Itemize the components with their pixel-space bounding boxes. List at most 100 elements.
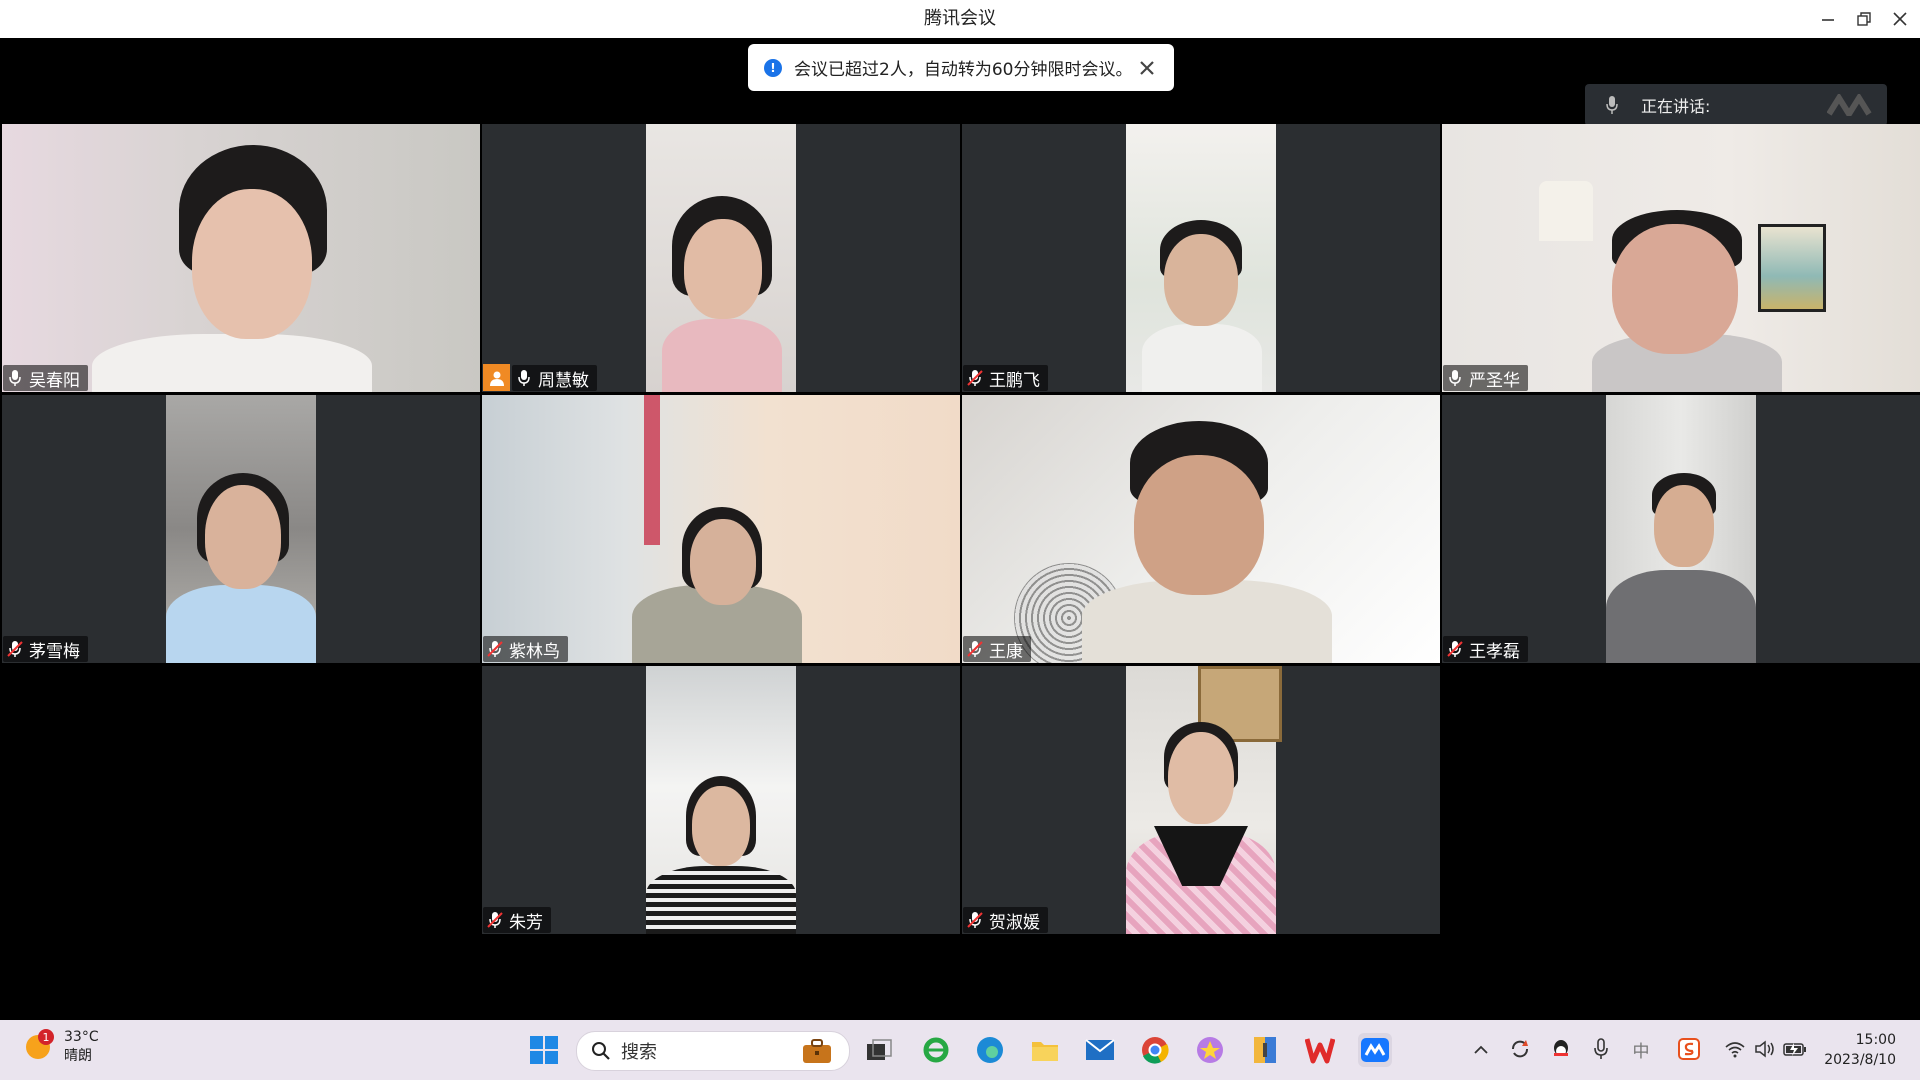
microphone-icon <box>1449 370 1461 386</box>
archive-app-button[interactable] <box>1248 1033 1282 1067</box>
microphone-muted-icon <box>967 641 983 657</box>
wifi-icon <box>1725 1042 1745 1058</box>
participant-face <box>1654 485 1714 567</box>
limit-notification: ! 会议已超过2人，自动转为60分钟限时会议。 <box>748 44 1174 91</box>
edge-browser-button[interactable] <box>973 1033 1007 1067</box>
battery-tray-button[interactable] <box>1782 1036 1808 1062</box>
video-tile[interactable]: 吴春阳 <box>2 124 480 392</box>
minimize-icon <box>1822 19 1834 21</box>
mail-button[interactable] <box>1083 1033 1117 1067</box>
minimize-button[interactable] <box>1810 0 1846 38</box>
microphone-icon <box>9 370 21 386</box>
participant-face <box>690 519 756 605</box>
wall-painting <box>1758 224 1826 312</box>
clock-date: 2023/8/10 <box>1824 1052 1896 1068</box>
lamp <box>1539 181 1593 241</box>
participant-name: 严圣华 <box>1469 370 1520 391</box>
video-tile[interactable]: 严圣华 <box>1442 124 1920 392</box>
participant-nametag: 王孝磊 <box>1443 636 1528 662</box>
close-icon <box>1140 60 1154 75</box>
participant-name: 茅雪梅 <box>29 641 80 662</box>
file-explorer-button[interactable] <box>1028 1033 1062 1067</box>
close-icon <box>1893 12 1907 26</box>
host-icon <box>483 364 510 391</box>
participant-face <box>1612 224 1738 354</box>
participant-body <box>662 319 782 392</box>
participant-body <box>646 866 796 934</box>
curtain-stripe <box>644 395 660 545</box>
participant-nametag: 贺淑媛 <box>963 907 1048 933</box>
ie-browser-button[interactable] <box>919 1033 953 1067</box>
participant-face <box>1134 455 1264 595</box>
participant-face <box>192 189 312 339</box>
notification-message: 会议已超过2人，自动转为60分钟限时会议。 <box>794 60 1133 80</box>
search-label: 搜索 <box>621 1042 657 1063</box>
mail-icon <box>1085 1039 1115 1060</box>
task-view-button[interactable] <box>862 1033 896 1067</box>
video-tile[interactable]: 周慧敏 <box>482 124 960 392</box>
video-tile[interactable]: 茅雪梅 <box>2 395 480 663</box>
windows-icon <box>530 1036 558 1064</box>
wps-button[interactable] <box>1303 1033 1337 1067</box>
participant-face <box>692 786 750 866</box>
show-hidden-icons-button[interactable] <box>1468 1036 1494 1062</box>
microphone-muted-icon <box>967 370 983 386</box>
briefcase-icon <box>803 1039 831 1063</box>
participant-nametag: 茅雪梅 <box>3 636 88 662</box>
participant-face <box>1168 732 1234 824</box>
title-bar: 腾讯会议 <box>0 0 1920 38</box>
internet-explorer-icon <box>923 1037 949 1063</box>
microphone-muted-icon <box>487 912 503 928</box>
info-icon: ! <box>764 58 782 77</box>
participant-face <box>684 219 762 319</box>
star-app-icon <box>1197 1037 1223 1063</box>
microphone-muted-icon <box>967 912 983 928</box>
favorites-app-button[interactable] <box>1193 1033 1227 1067</box>
wifi-tray-button[interactable] <box>1722 1036 1748 1062</box>
speaking-indicator: 正在讲话: <box>1585 84 1887 126</box>
start-button[interactable] <box>527 1033 561 1067</box>
input-method-indicator[interactable]: 中 <box>1628 1036 1654 1062</box>
qq-tray-button[interactable] <box>1548 1036 1574 1062</box>
sun-icon: 1 <box>26 1029 54 1059</box>
video-tile[interactable]: 王鹏飞 <box>962 124 1440 392</box>
volume-tray-button[interactable] <box>1752 1036 1778 1062</box>
participant-name: 王孝磊 <box>1469 641 1520 662</box>
speaking-label: 正在讲话: <box>1641 97 1711 116</box>
participant-face <box>205 485 281 589</box>
taskbar-search[interactable]: 搜索 <box>576 1031 850 1071</box>
participant-face <box>1164 234 1238 326</box>
weather-temp: 33°C <box>64 1029 99 1045</box>
participant-nametag: 朱芳 <box>483 907 551 933</box>
microphone-muted-icon <box>7 641 23 657</box>
video-tile[interactable]: 紫林鸟 <box>482 395 960 663</box>
restore-button[interactable] <box>1846 0 1882 38</box>
video-tile[interactable]: 贺淑媛 <box>962 666 1440 934</box>
notification-badge: 1 <box>38 1029 54 1045</box>
participant-nametag: 紫林鸟 <box>483 636 568 662</box>
participant-body <box>1606 570 1756 663</box>
close-notification-button[interactable] <box>1136 57 1158 79</box>
tencent-meeting-button[interactable] <box>1358 1033 1392 1067</box>
close-window-button[interactable] <box>1882 0 1918 38</box>
search-icon <box>592 1042 610 1060</box>
battery-icon <box>1783 1043 1806 1056</box>
participant-name: 吴春阳 <box>29 370 80 391</box>
chrome-icon <box>1142 1037 1169 1064</box>
chrome-button[interactable] <box>1138 1033 1172 1067</box>
taskbar: 1 33°C 晴朗 搜索 中 15:00 2023/8/10 <box>0 1020 1920 1080</box>
restore-icon <box>1857 12 1871 26</box>
weather-widget[interactable]: 1 33°C 晴朗 <box>26 1028 99 1066</box>
clock-time: 15:00 <box>1855 1032 1896 1048</box>
video-tile[interactable]: 朱芳 <box>482 666 960 934</box>
archive-icon <box>1254 1037 1276 1063</box>
sync-tray-button[interactable] <box>1507 1036 1533 1062</box>
participant-nametag: 周慧敏 <box>512 365 597 391</box>
speaker-icon <box>1755 1040 1774 1058</box>
task-view-icon <box>867 1039 892 1060</box>
video-tile[interactable]: 王康 <box>962 395 1440 663</box>
taskbar-clock[interactable]: 15:00 2023/8/10 <box>1818 1030 1896 1070</box>
video-tile[interactable]: 王孝磊 <box>1442 395 1920 663</box>
microphone-tray-button[interactable] <box>1588 1036 1614 1062</box>
sogou-tray-button[interactable] <box>1676 1036 1702 1062</box>
